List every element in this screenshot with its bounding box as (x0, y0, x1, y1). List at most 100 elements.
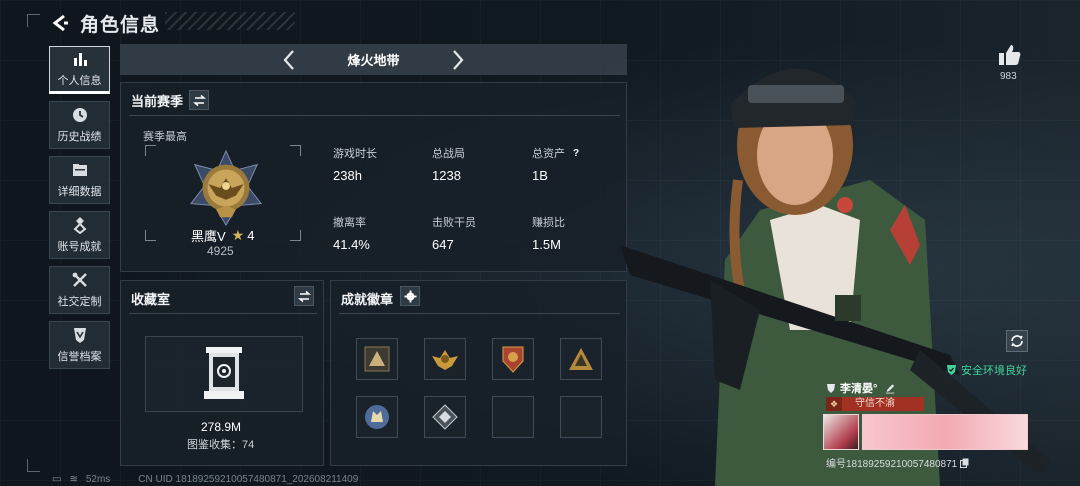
stat-kills: 击败干员 647 (432, 214, 476, 252)
current-season-panel: 当前赛季 赛季最高 黑鹰V ★ 4 4925 游戏时长 238h 总战局 123… (120, 82, 627, 272)
player-name-row: 李清晏° (826, 380, 899, 396)
collection-switch-button[interactable] (294, 286, 314, 306)
stat-value: 41.4% (333, 237, 370, 252)
sidebar-item-label: 历史战绩 (57, 131, 102, 143)
profile-banner[interactable] (862, 414, 1028, 450)
sidebar-item-credit-record[interactable]: 信誉档案 (49, 321, 110, 369)
corner-mark-top (27, 14, 40, 27)
page-title: 角色信息 (80, 14, 161, 36)
stat-label: 总战局 (432, 148, 465, 160)
swap-icon (192, 94, 206, 106)
sidebar-item-history[interactable]: 历史战绩 (49, 101, 110, 149)
stat-value: 1.5M (532, 237, 561, 252)
achievements-panel[interactable]: 成就徽章 (330, 280, 627, 466)
like-count: 983 (1000, 71, 1017, 82)
safe-status: 安全环境良好 (946, 362, 1027, 378)
sidebar-item-label: 个人信息 (57, 75, 102, 87)
sidebar-item-label: 信誉档案 (57, 351, 102, 363)
player-shield-icon (827, 383, 835, 393)
achievement-badge-slot[interactable] (492, 338, 534, 380)
sidebar-item-label: 账号成就 (57, 241, 102, 253)
rank-badge-icon (189, 149, 263, 226)
next-season-arrow-icon[interactable] (447, 49, 467, 71)
triangle-badge-icon (364, 346, 390, 372)
eagle-badge-icon (432, 350, 458, 370)
achievement-badge-slot[interactable] (560, 338, 602, 380)
player-name: 李清晏° (840, 383, 878, 395)
achievement-empty-slot[interactable] (492, 396, 534, 438)
sidebar-item-social-custom[interactable]: 社交定制 (49, 266, 110, 314)
rank-label: 赛季最高 (143, 131, 187, 143)
ping-text: 52ms (85, 474, 111, 485)
player-id: 编号18189259210057480871 (826, 459, 958, 470)
safe-status-text: 安全环境良好 (961, 365, 1027, 377)
achievement-badge-slot[interactable] (356, 396, 398, 438)
medal-icon (73, 217, 86, 234)
sidebar: 个人信息 历史战绩 详细数据 账号成就 社交定制 信誉档案 (49, 46, 112, 376)
thumbs-up-icon[interactable] (998, 44, 1022, 66)
current-season-title: 当前赛季 (131, 94, 184, 109)
wifi-icon: ≋ (69, 474, 78, 485)
stat-profit-ratio: 赚损比 1.5M (532, 214, 565, 252)
shield-badge-icon (502, 346, 524, 373)
rank-score: 4925 (207, 244, 234, 258)
player-id-row: 编号18189259210057480871 (826, 455, 969, 470)
stat-play-time: 游戏时长 238h (333, 145, 377, 183)
header: 角色信息 (50, 8, 160, 38)
sidebar-item-achievements[interactable]: 账号成就 (49, 211, 110, 259)
collection-count: 图鉴收集：74 (187, 439, 255, 451)
panel-divider (339, 313, 620, 314)
swap-icon (297, 290, 311, 302)
gear-icon (404, 290, 416, 302)
edit-icon[interactable] (885, 383, 895, 394)
stat-label: 总资产 (532, 148, 565, 160)
stat-value: 1B (532, 168, 548, 183)
sidebar-item-personal-info[interactable]: 个人信息 (49, 46, 110, 94)
sidebar-item-detailed-data[interactable]: 详细数据 (49, 156, 110, 204)
mountain-badge-icon (569, 348, 593, 370)
stat-label: 撤离率 (333, 217, 366, 229)
corner-mark-bottom (27, 459, 40, 472)
switch-season-button[interactable] (189, 90, 209, 110)
sidebar-item-label: 详细数据 (57, 186, 102, 198)
star-icon: ★ (231, 227, 245, 243)
back-icon[interactable] (50, 13, 70, 33)
achievement-badge-slot[interactable] (424, 396, 466, 438)
achievements-title: 成就徽章 (341, 292, 394, 307)
help-icon[interactable]: ? (573, 148, 579, 159)
shield-emblem-icon (73, 328, 86, 343)
collection-value: 278.9M (201, 420, 242, 434)
avatar[interactable] (823, 414, 859, 450)
achievement-empty-slot[interactable] (560, 396, 602, 438)
achievement-badge-slot[interactable] (424, 338, 466, 380)
rank-name: 黑鹰V (191, 229, 226, 244)
security-shield-icon (947, 365, 956, 375)
bar-chart-icon (73, 53, 87, 66)
display-case-icon (204, 347, 244, 399)
reputation-text: 守信不渝 (855, 398, 895, 409)
rank-stars: 4 (247, 228, 255, 243)
status-footer: ▭ ≋ 52ms CN UID 18189259210057480871_202… (52, 474, 358, 485)
panel-divider (129, 115, 620, 116)
stat-total-matches: 总战局 1238 (432, 145, 465, 183)
uid-text: CN UID 18189259210057480871_202608211409 (138, 474, 359, 485)
refresh-icon[interactable] (1006, 330, 1028, 352)
frame-corner (290, 145, 301, 156)
stat-value: 647 (432, 237, 454, 252)
achievements-settings-button[interactable] (400, 286, 420, 306)
collection-panel[interactable]: 收藏室 278.9M 图鉴收集：74 (120, 280, 324, 466)
diamond-badge-icon (432, 404, 458, 430)
stat-value: 238h (333, 168, 362, 183)
wolf-badge-icon (365, 405, 389, 429)
frame-corner (145, 145, 156, 156)
clock-icon (72, 108, 87, 122)
copy-icon[interactable] (960, 458, 969, 468)
stat-total-assets: 总资产 ? 1B (532, 145, 579, 184)
prev-season-arrow-icon[interactable] (280, 49, 300, 71)
folder-icon (72, 164, 87, 176)
frame-corner (145, 230, 156, 241)
panel-divider (129, 313, 317, 314)
sidebar-item-label: 社交定制 (57, 296, 102, 308)
header-decoration (165, 12, 295, 30)
achievement-badge-slot[interactable] (356, 338, 398, 380)
